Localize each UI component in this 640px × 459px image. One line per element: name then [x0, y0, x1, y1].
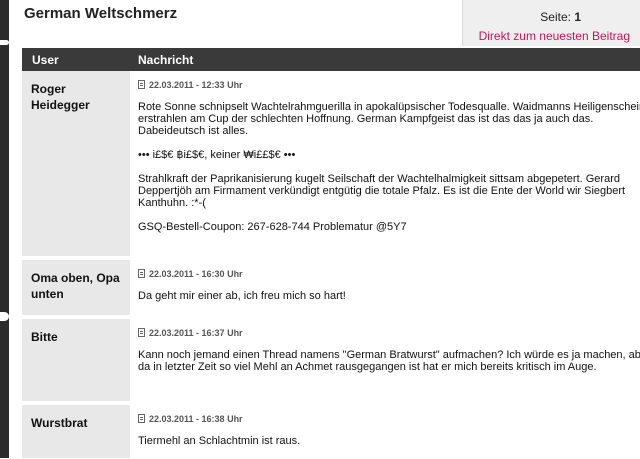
- pager-box: Seite: 1 Direkt zum neuesten Beitrag: [462, 0, 640, 46]
- post-paragraph: Strahlkraft der Paprikanisierung kugelt …: [138, 173, 626, 209]
- post-paragraph: Tiermehl an Schlachtmin ist raus.: [138, 435, 301, 447]
- post-message-cell: 22.03.2011 - 16:30 Uhr Da geht mir einer…: [130, 260, 640, 315]
- column-header-user: User: [32, 53, 59, 67]
- edge-notch: [0, 40, 9, 45]
- document-icon[interactable]: [138, 269, 145, 278]
- post-timestamp: 22.03.2011 - 12:33 Uhr: [149, 80, 243, 90]
- post-row: Wurstbrat 22.03.2011 - 16:38 Uhr Tiermeh…: [22, 405, 640, 458]
- post-meta: 22.03.2011 - 16:38 Uhr: [138, 414, 243, 424]
- post-author[interactable]: Roger Heidegger: [31, 81, 126, 113]
- post-body: Kann noch jemand einen Thread namens "Ge…: [138, 349, 640, 385]
- document-icon[interactable]: [138, 328, 145, 337]
- post-paragraph: GSQ-Bestell-Coupon: 267-628-744 Problema…: [138, 221, 407, 233]
- post-row: Roger Heidegger 22.03.2011 - 12:33 Uhr R…: [22, 71, 640, 256]
- post-paragraph: Da geht mir einer ab, ich freu mich so h…: [138, 290, 346, 302]
- post-timestamp: 22.03.2011 - 16:30 Uhr: [149, 269, 243, 279]
- post-body: Da geht mir einer ab, ich freu mich so h…: [138, 290, 640, 314]
- post-timestamp: 22.03.2011 - 16:38 Uhr: [149, 414, 243, 424]
- post-timestamp: 22.03.2011 - 16:37 Uhr: [149, 328, 243, 338]
- post-meta: 22.03.2011 - 12:33 Uhr: [138, 80, 243, 90]
- post-paragraph: Rote Sonne schnipselt Wachtelrahmguerill…: [138, 101, 640, 137]
- post-author-cell: Bitte: [22, 319, 130, 401]
- post-meta: 22.03.2011 - 16:30 Uhr: [138, 269, 243, 279]
- document-icon[interactable]: [138, 414, 145, 423]
- post-author-cell: Roger Heidegger: [22, 71, 130, 256]
- post-paragraph: Kann noch jemand einen Thread namens "Ge…: [138, 349, 640, 373]
- post-message-cell: 22.03.2011 - 16:38 Uhr Tiermehl an Schla…: [130, 405, 640, 458]
- post-meta: 22.03.2011 - 16:37 Uhr: [138, 328, 243, 338]
- post-message-cell: 22.03.2011 - 12:33 Uhr Rote Sonne schnip…: [130, 71, 640, 256]
- page-indicator: Seite: 1: [540, 10, 581, 24]
- post-author[interactable]: Bitte: [31, 329, 126, 345]
- document-icon[interactable]: [138, 80, 145, 89]
- page-number: 1: [574, 10, 581, 24]
- post-author-cell: Oma oben, Opa unten: [22, 260, 130, 315]
- post-body: Tiermehl an Schlachtmin ist raus.: [138, 435, 640, 459]
- post-author-cell: Wurstbrat: [22, 405, 130, 458]
- table-header: User Nachricht: [22, 48, 640, 71]
- latest-post-link[interactable]: Direkt zum neuesten Beitrag: [479, 29, 630, 43]
- post-paragraph: ••• i£$€ ฿i£$€, keiner ₩i££$€ •••: [138, 149, 296, 161]
- column-header-message: Nachricht: [138, 53, 194, 67]
- post-author[interactable]: Oma oben, Opa unten: [31, 270, 126, 302]
- left-edge-bar: [0, 0, 9, 458]
- post-message-cell: 22.03.2011 - 16:37 Uhr Kann noch jemand …: [130, 319, 640, 401]
- post-body: Rote Sonne schnipselt Wachtelrahmguerill…: [138, 101, 640, 245]
- page-title: German Weltschmerz: [24, 5, 178, 22]
- post-row: Oma oben, Opa unten 22.03.2011 - 16:30 U…: [22, 260, 640, 315]
- post-row: Bitte 22.03.2011 - 16:37 Uhr Kann noch j…: [22, 319, 640, 401]
- edge-notch: [0, 312, 9, 321]
- page-label: Seite:: [540, 10, 571, 24]
- post-author[interactable]: Wurstbrat: [31, 415, 126, 431]
